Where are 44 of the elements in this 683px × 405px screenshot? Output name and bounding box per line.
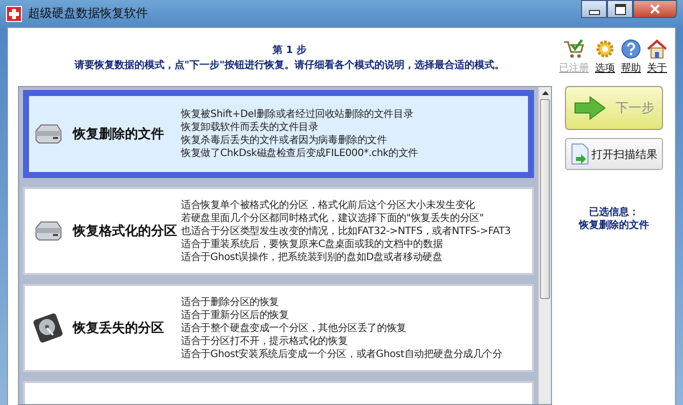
help-icon — [621, 39, 641, 59]
step-title: 第 1 步 — [272, 44, 308, 58]
gear-icon — [595, 39, 615, 59]
mode-description-line: 适合于删除分区的恢复 — [181, 296, 280, 308]
mode-description-line: 若硬盘里面几个分区都同时格式化，建议选择下面的"恢复丢失的分区" — [181, 212, 485, 224]
mode-title: 恢复删除的文件 — [73, 126, 165, 143]
mode-description-line: 适合于重新分区后的恢复 — [181, 308, 290, 322]
scrollbar[interactable] — [538, 87, 551, 404]
mode-title: 恢复丢失的分区 — [73, 320, 165, 337]
minimize-button[interactable] — [581, 0, 607, 18]
open-results-button[interactable]: 打开扫描结果 — [565, 138, 663, 170]
selection-info-label: 已选信息： — [588, 206, 640, 219]
document-arrow-icon — [570, 143, 588, 165]
mode-description-line: 适合于重装系统后，要恢复原来C盘桌面或我的文档中的数据 — [181, 238, 444, 250]
drive-icon — [33, 123, 63, 145]
close-icon — [649, 4, 661, 14]
close-button[interactable] — [633, 0, 677, 18]
scroll-thumb[interactable] — [540, 99, 550, 299]
mode-option[interactable]: 恢复丢失的分区 适合于删除分区的恢复 适合于重新分区后的恢复 适合于整个硬盘变成一个分区，其他分区丢了的恢复 适合于分区打不开，提示格式化的恢复 适合于Ghost安装系统后变成一个分区，或者Ghost自动把硬盘分成几个分 — [23, 284, 534, 372]
arrow-right-icon — [574, 96, 606, 120]
selection-info-value: 恢复删除的文件 — [579, 219, 649, 232]
app-icon — [6, 6, 22, 22]
maximize-button[interactable] — [607, 0, 633, 18]
mode-option[interactable]: 恢复格式化的分区 适合恢复单个被格式化的分区，格式化前后这个分区大小未发生变化 若硬盘里面几个分区都同时格式化，建议选择下面的"恢复丢失的分区" 也适合于分区类型发生改变的情况，比如FAT32->NTFS，或者NTFS->FAT3 适合于重装系统后，要恢复原来C盘桌面或我的文档中的数据 适合于Ghost误操作，把系统装到别的盘如D盘或者移动硬盘 — [23, 187, 534, 275]
mode-description-line: 恢复做了ChkDsk磁盘检查后变成FILE000*.chk的文件 — [181, 147, 418, 160]
mode-description-line: 恢复卸载软件而丢失的文件目录 — [181, 121, 320, 134]
mode-description-line: 恢复杀毒后丢失的文件或者因为病毒删除的文件 — [181, 134, 388, 147]
toolbar-link[interactable]: 关于 — [647, 39, 667, 75]
drive-icon — [33, 220, 63, 242]
toolbar-link[interactable]: 选项 — [595, 39, 615, 75]
mode-description-line: 适合于分区打不开，提示格式化的恢复 — [181, 334, 349, 348]
mode-description-line: 也适合于分区类型发生改变的情况，比如FAT32->NTFS，或者NTFS->FAT3 — [181, 224, 511, 238]
toolbar-link[interactable]: 帮助 — [621, 39, 641, 75]
cart-icon — [563, 39, 585, 59]
instruction-text: 请要恢复数据的模式，点"下一步"按钮进行恢复。请仔细看各个模式的说明，选择最合适的模式。 — [73, 58, 506, 73]
window-title: 超级硬盘数据恢复软件 — [28, 5, 148, 22]
mode-title: 恢复格式化的分区 — [73, 223, 178, 240]
house-icon — [647, 39, 667, 59]
mode-option[interactable]: 恢复删除的文件 恢复被Shift+Del删除或者经过回收站删除的文件目录 恢复卸载软件而丢失的文件目录 恢复杀毒后丢失的文件或者因为病毒删除的文件 恢复做了ChkDsk磁盘检查后变成FILE000*.chk的文件 — [23, 90, 534, 178]
mode-description-line: 适合于Ghost误操作，把系统装到别的盘如D盘或者移动硬盘 — [181, 250, 444, 264]
mode-description-line: 适合于Ghost安装系统后变成一个分区，或者Ghost自动把硬盘分成几个分 — [181, 348, 502, 360]
mode-description-line: 适合恢复单个被格式化的分区，格式化前后这个分区大小未发生变化 — [181, 198, 476, 212]
mode-description-line: 恢复被Shift+Del删除或者经过回收站删除的文件目录 — [181, 108, 414, 121]
mode-description-line: 适合于整个硬盘变成一个分区，其他分区丢了的恢复 — [181, 322, 408, 334]
